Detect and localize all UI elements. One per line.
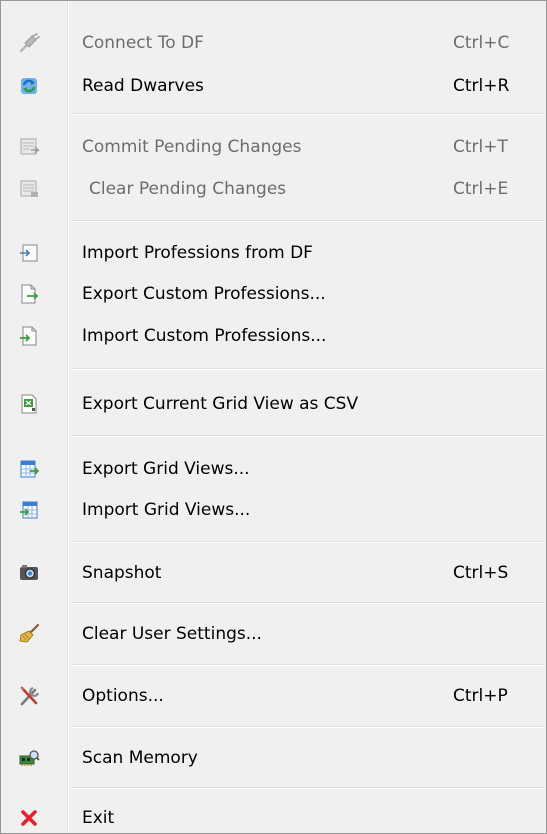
- menu-item-export-grid-views[interactable]: Export Grid Views...: [1, 450, 546, 488]
- menu-item-exit[interactable]: Exit: [1, 799, 546, 833]
- menu-separator: [71, 726, 546, 728]
- menu-separator: [71, 664, 546, 666]
- menu-item-shortcut: Ctrl+C: [453, 33, 510, 53]
- menu-separator: [71, 113, 546, 115]
- menu-item-commit-pending-changes[interactable]: Commit Pending Changes Ctrl+T: [1, 128, 546, 166]
- file-menu: Connect To DF Ctrl+C Read Dwarves Ctrl+R…: [0, 0, 547, 834]
- refresh-icon: [18, 75, 40, 97]
- menu-item-label: Connect To DF: [82, 33, 204, 53]
- menu-item-export-custom-professions[interactable]: Export Custom Professions...: [1, 275, 546, 313]
- export-document-icon: [18, 283, 40, 305]
- menu-item-clear-user-settings[interactable]: Clear User Settings...: [1, 615, 546, 653]
- menu-item-connect-to-df[interactable]: Connect To DF Ctrl+C: [1, 24, 546, 62]
- import-grid-icon: [18, 499, 40, 521]
- menu-item-label: Read Dwarves: [82, 76, 204, 96]
- menu-item-label: Clear Pending Changes: [89, 179, 287, 199]
- broom-icon: [18, 623, 40, 645]
- menu-item-label: Commit Pending Changes: [82, 137, 302, 157]
- menu-item-label: Export Custom Professions...: [82, 284, 326, 304]
- commit-icon: [18, 136, 40, 158]
- camera-icon: [18, 562, 40, 584]
- import-document-icon: [18, 325, 40, 347]
- menu-item-label: Exit: [82, 808, 115, 828]
- menu-separator: [71, 435, 546, 437]
- tools-icon: [18, 685, 40, 707]
- menu-item-label: Options...: [82, 686, 164, 706]
- menu-item-import-grid-views[interactable]: Import Grid Views...: [1, 491, 546, 529]
- menu-item-label: Export Grid Views...: [82, 459, 250, 479]
- plug-icon: [18, 32, 40, 54]
- menu-item-label: Scan Memory: [82, 748, 198, 768]
- menu-separator: [71, 787, 546, 789]
- menu-item-label: Clear User Settings...: [82, 624, 262, 644]
- menu-separator: [71, 541, 546, 543]
- menu-item-export-grid-view-csv[interactable]: Export Current Grid View as CSV: [1, 385, 546, 423]
- close-icon: [18, 807, 40, 829]
- menu-item-label: Import Grid Views...: [82, 500, 251, 520]
- menu-item-label: Snapshot: [82, 563, 162, 583]
- import-professions-icon: [18, 242, 40, 264]
- menu-item-scan-memory[interactable]: Scan Memory: [1, 739, 546, 777]
- menu-item-import-custom-professions[interactable]: Import Custom Professions...: [1, 317, 546, 355]
- menu-separator: [71, 368, 546, 370]
- clear-pending-icon: [18, 178, 40, 200]
- menu-item-import-professions-from-df[interactable]: Import Professions from DF: [1, 234, 546, 272]
- menu-item-shortcut: Ctrl+E: [453, 179, 509, 199]
- menu-item-label: Export Current Grid View as CSV: [82, 394, 359, 414]
- export-grid-icon: [18, 458, 40, 480]
- menu-item-shortcut: Ctrl+P: [453, 686, 508, 706]
- menu-item-read-dwarves[interactable]: Read Dwarves Ctrl+R: [1, 67, 546, 105]
- menu-item-label: Import Professions from DF: [82, 243, 313, 263]
- menu-separator: [71, 602, 546, 604]
- menu-item-shortcut: Ctrl+S: [453, 563, 509, 583]
- menu-separator: [71, 220, 546, 222]
- menu-item-options[interactable]: Options... Ctrl+P: [1, 677, 546, 715]
- menu-item-label: Import Custom Professions...: [82, 326, 327, 346]
- menu-item-shortcut: Ctrl+R: [453, 76, 510, 96]
- menu-item-clear-pending-changes[interactable]: Clear Pending Changes Ctrl+E: [1, 170, 546, 208]
- menu-item-shortcut: Ctrl+T: [453, 137, 508, 157]
- csv-icon: [18, 393, 40, 415]
- menu-item-snapshot[interactable]: Snapshot Ctrl+S: [1, 554, 546, 592]
- memory-scan-icon: [18, 747, 40, 769]
